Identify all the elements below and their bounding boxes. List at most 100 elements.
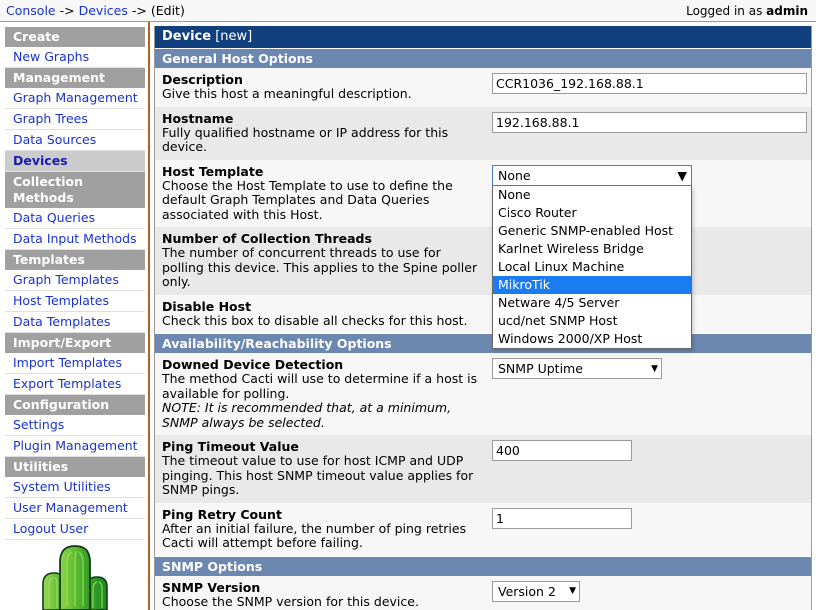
host-template-option-generic-snmp-enabled-host[interactable]: Generic SNMP-enabled Host — [493, 222, 691, 240]
page-body: CreateNew GraphsManagementGraph Manageme… — [0, 22, 816, 610]
field-row-hostname: Hostname Fully qualified hostname or IP … — [155, 107, 811, 160]
field-row-host-template: Host Template Choose the Host Template t… — [155, 160, 811, 228]
host-template-option-cisco-router[interactable]: Cisco Router — [493, 204, 691, 222]
sidebar-item-settings[interactable]: Settings — [5, 415, 145, 436]
description-desc: Give this host a meaningful description. — [162, 87, 486, 102]
sidebar-header-configuration: Configuration — [5, 395, 145, 415]
hostname-text: Hostname Fully qualified hostname or IP … — [162, 111, 492, 155]
sidebar-item-data-sources[interactable]: Data Sources — [5, 130, 145, 151]
host-template-option-none[interactable]: None — [493, 186, 691, 204]
field-row-ping-timeout: Ping Timeout Value The timeout value to … — [155, 435, 811, 503]
downed-detection-value: SNMP Uptime — [498, 361, 583, 376]
downed-detection-desc: The method Cacti will use to determine i… — [162, 372, 486, 401]
host-template-selected-display[interactable]: None ▼ — [492, 165, 692, 186]
section-availability-options: Availability/Reachability Options — [155, 333, 811, 353]
ping-retry-control — [492, 507, 811, 529]
login-prefix: Logged in as — [686, 4, 766, 18]
description-input[interactable] — [492, 73, 807, 94]
page-title-sub: [new] — [215, 29, 252, 44]
ping-retry-input[interactable] — [492, 508, 632, 529]
page-title-main: Device — [162, 29, 211, 44]
chevron-down-icon: ▼ — [677, 168, 687, 183]
device-form-panel: Device [new] General Host Options Descri… — [154, 26, 812, 610]
collection-threads-label: Number of Collection Threads — [162, 231, 486, 246]
host-template-dropdown[interactable]: None ▼ NoneCisco RouterGeneric SNMP-enab… — [492, 165, 692, 186]
downed-detection-select[interactable]: SNMP Uptime ▼ — [492, 358, 662, 379]
downed-detection-text: Downed Device Detection The method Cacti… — [162, 357, 492, 430]
host-template-option-mikrotik[interactable]: MikroTik — [493, 276, 691, 294]
field-row-description: Description Give this host a meaningful … — [155, 68, 811, 107]
snmp-version-select[interactable]: Version 2 ▼ — [492, 581, 580, 602]
host-template-control: None ▼ NoneCisco RouterGeneric SNMP-enab… — [492, 164, 811, 186]
breadcrumb: Console -> Devices -> (Edit) — [6, 3, 185, 18]
host-template-option-list[interactable]: NoneCisco RouterGeneric SNMP-enabled Hos… — [492, 186, 692, 349]
sidebar-item-export-templates[interactable]: Export Templates — [5, 374, 145, 395]
disable-host-text: Disable Host Check this box to disable a… — [162, 299, 492, 329]
sidebar-item-logout-user[interactable]: Logout User — [5, 519, 145, 540]
description-label: Description — [162, 72, 486, 87]
disable-host-desc: Check this box to disable all checks for… — [162, 314, 486, 329]
host-template-text: Host Template Choose the Host Template t… — [162, 164, 492, 223]
ping-retry-text: Ping Retry Count After an initial failur… — [162, 507, 492, 551]
host-template-option-local-linux-machine[interactable]: Local Linux Machine — [493, 258, 691, 276]
breadcrumb-console[interactable]: Console — [6, 3, 56, 18]
collection-threads-desc: The number of concurrent threads to use … — [162, 246, 486, 290]
sidebar-item-data-templates[interactable]: Data Templates — [5, 312, 145, 333]
description-control — [492, 72, 811, 94]
snmp-version-text: SNMP Version Choose the SNMP version for… — [162, 580, 492, 610]
collection-threads-text: Number of Collection Threads The number … — [162, 231, 492, 290]
snmp-version-label: SNMP Version — [162, 580, 486, 595]
sidebar: CreateNew GraphsManagementGraph Manageme… — [0, 22, 150, 610]
ping-timeout-input[interactable] — [492, 440, 632, 461]
breadcrumb-separator-2: -> — [132, 3, 147, 18]
field-row-ping-retry: Ping Retry Count After an initial failur… — [155, 503, 811, 556]
section-snmp-options: SNMP Options — [155, 556, 811, 576]
sidebar-item-data-input-methods[interactable]: Data Input Methods — [5, 229, 145, 250]
downed-detection-control: SNMP Uptime ▼ — [492, 357, 811, 379]
main-content: Device [new] General Host Options Descri… — [150, 22, 816, 610]
ping-retry-desc: After an initial failure, the number of … — [162, 522, 486, 551]
sidebar-item-host-templates[interactable]: Host Templates — [5, 291, 145, 312]
sidebar-header-management: Management — [5, 68, 145, 88]
sidebar-item-data-queries[interactable]: Data Queries — [5, 208, 145, 229]
sidebar-item-user-management[interactable]: User Management — [5, 498, 145, 519]
sidebar-item-graph-templates[interactable]: Graph Templates — [5, 270, 145, 291]
ping-timeout-text: Ping Timeout Value The timeout value to … — [162, 439, 492, 498]
field-row-downed-detection: Downed Device Detection The method Cacti… — [155, 353, 811, 435]
sidebar-item-graph-management[interactable]: Graph Management — [5, 88, 145, 109]
downed-detection-note: NOTE: It is recommended that, at a minim… — [162, 401, 486, 430]
sidebar-nav: CreateNew GraphsManagementGraph Manageme… — [0, 27, 148, 540]
downed-detection-label: Downed Device Detection — [162, 357, 486, 372]
host-template-label: Host Template — [162, 164, 486, 179]
host-template-option-ucd-net-snmp-host[interactable]: ucd/net SNMP Host — [493, 312, 691, 330]
hostname-control — [492, 111, 811, 133]
chevron-down-icon: ▼ — [569, 586, 576, 596]
hostname-input[interactable] — [492, 112, 807, 133]
sidebar-header-create: Create — [5, 27, 145, 47]
sidebar-item-system-utilities[interactable]: System Utilities — [5, 477, 145, 498]
breadcrumb-devices[interactable]: Devices — [79, 3, 128, 18]
sidebar-header-utilities: Utilities — [5, 457, 145, 477]
snmp-version-desc: Choose the SNMP version for this device. — [162, 595, 486, 610]
snmp-version-value: Version 2 — [498, 584, 556, 599]
ping-timeout-label: Ping Timeout Value — [162, 439, 486, 454]
host-template-option-netware-4-5-server[interactable]: Netware 4/5 Server — [493, 294, 691, 312]
host-template-option-karlnet-wireless-bridge[interactable]: Karlnet Wireless Bridge — [493, 240, 691, 258]
host-template-option-windows-2000-xp-host[interactable]: Windows 2000/XP Host — [493, 330, 691, 348]
ping-timeout-desc: The timeout value to use for host ICMP a… — [162, 454, 486, 498]
top-bar: Console -> Devices -> (Edit) Logged in a… — [0, 0, 816, 22]
sidebar-item-devices[interactable]: Devices — [5, 151, 145, 172]
chevron-down-icon: ▼ — [651, 364, 658, 374]
sidebar-header-import-export: Import/Export — [5, 333, 145, 353]
breadcrumb-separator-1: -> — [60, 3, 75, 18]
sidebar-item-import-templates[interactable]: Import Templates — [5, 353, 145, 374]
section-general-host-options: General Host Options — [155, 48, 811, 68]
sidebar-item-graph-trees[interactable]: Graph Trees — [5, 109, 145, 130]
field-row-disable-host: Disable Host Check this box to disable a… — [155, 295, 811, 334]
snmp-version-control: Version 2 ▼ — [492, 580, 811, 602]
sidebar-item-new-graphs[interactable]: New Graphs — [5, 47, 145, 68]
field-row-snmp-version: SNMP Version Choose the SNMP version for… — [155, 576, 811, 610]
ping-retry-label: Ping Retry Count — [162, 507, 486, 522]
sidebar-item-plugin-management[interactable]: Plugin Management — [5, 436, 145, 457]
login-username: admin — [766, 4, 808, 18]
